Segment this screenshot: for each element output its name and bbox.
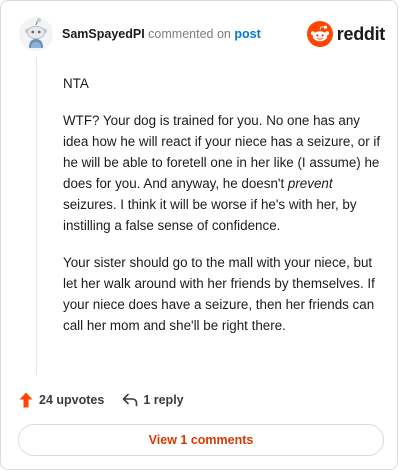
comment-paragraph-2: WTF? Your dog is trained for you. No one… (63, 110, 383, 236)
comment-header: SamSpayedPI commented on post reddit (19, 17, 385, 51)
comment-paragraph-1: NTA (63, 76, 89, 91)
comment-body: NTA WTF? Your dog is trained for you. No… (63, 73, 383, 352)
logo-text: reddit (336, 23, 386, 44)
action-bar: 24 upvotes 1 reply (19, 391, 184, 409)
comment-card: SamSpayedPI commented on post reddit NTA… (0, 0, 398, 470)
post-link[interactable]: post (234, 27, 260, 41)
reply-count: 1 reply (143, 393, 184, 407)
avatar[interactable] (19, 17, 53, 51)
upvote-button[interactable]: 24 upvotes (19, 392, 104, 408)
comment-paragraph-3: Your sister should go to the mall with y… (63, 255, 375, 333)
reddit-logo-icon (306, 21, 333, 47)
username-link[interactable]: SamSpayedPI (62, 27, 145, 41)
upvote-arrow-icon (19, 392, 33, 408)
reply-button[interactable]: 1 reply (122, 393, 184, 407)
comment-emphasis: prevent (287, 176, 333, 191)
action-text: commented on (148, 27, 231, 41)
upvote-count: 24 upvotes (39, 393, 105, 407)
reddit-logo[interactable]: reddit (306, 19, 386, 49)
thread-line[interactable] (36, 57, 37, 375)
byline: SamSpayedPI commented on post (62, 27, 261, 41)
snoo-avatar-icon (19, 17, 53, 51)
view-comments-button[interactable]: View 1 comments (18, 424, 384, 456)
comment-text: seizures. I think it will be worse if he… (63, 197, 357, 233)
reply-arrow-icon (123, 393, 138, 407)
